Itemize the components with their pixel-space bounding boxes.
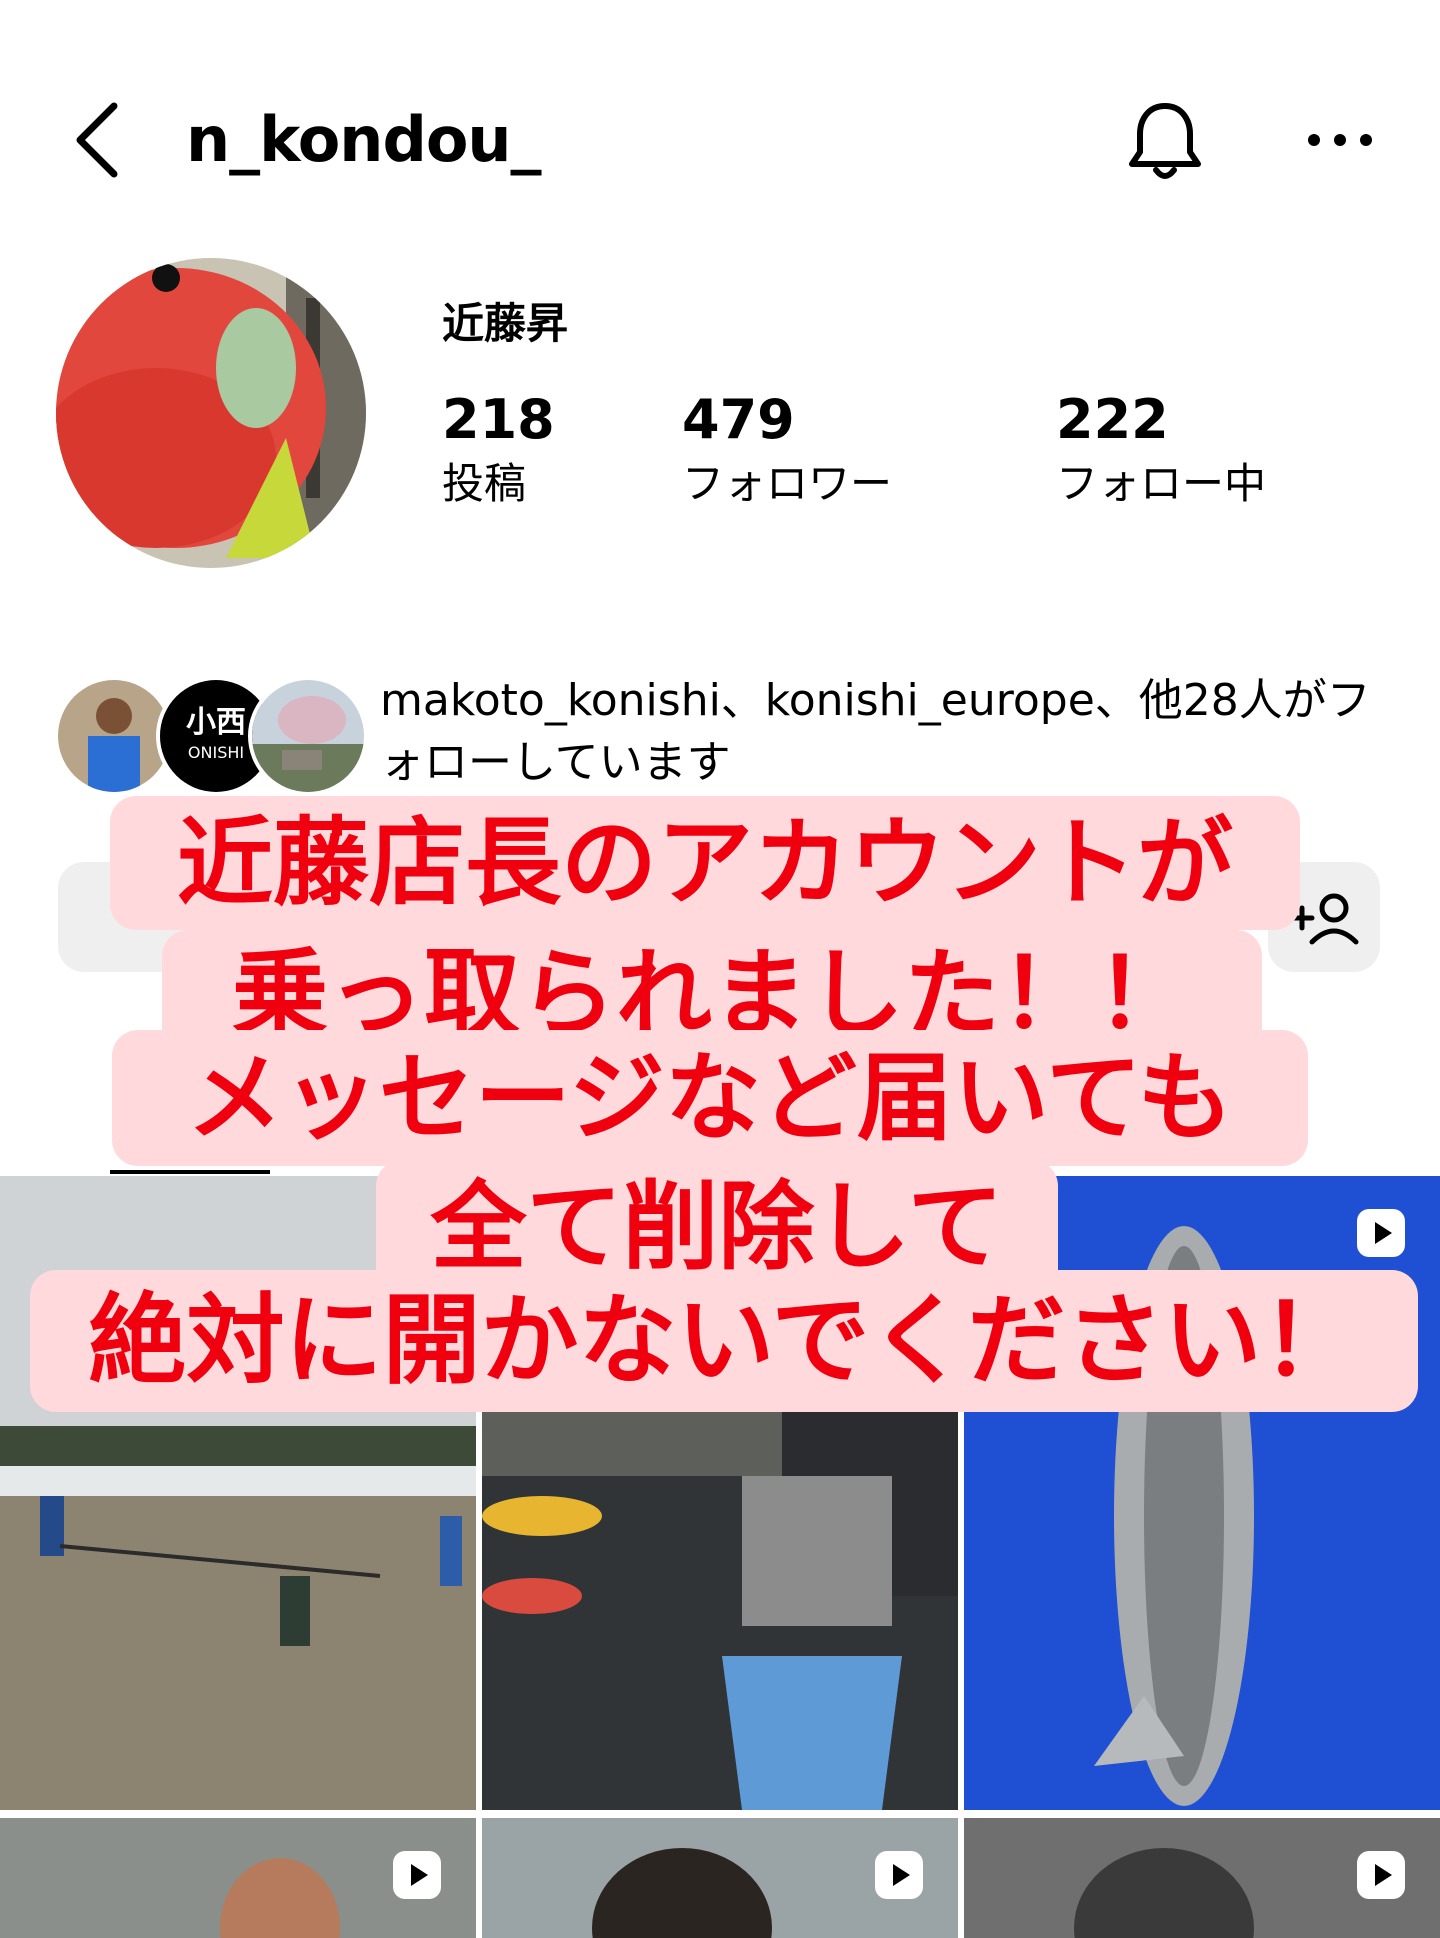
chevron-left-icon: [76, 102, 118, 178]
back-button[interactable]: [70, 100, 130, 180]
profile-avatar[interactable]: [56, 258, 366, 568]
notifications-button[interactable]: [1120, 96, 1210, 186]
avatar-image: [56, 258, 366, 568]
stat-label: フォロワー: [682, 459, 893, 508]
mutual-followers-text[interactable]: makoto_konishi、konishi_europe、他28人がフォローし…: [380, 670, 1400, 794]
stat-posts[interactable]: 218 投稿: [442, 388, 555, 514]
mutual-avatar[interactable]: [248, 676, 368, 796]
warning-line: 近藤店長のアカウントが: [110, 796, 1300, 930]
reel-play-icon: [875, 1851, 923, 1899]
reel-play-icon: [393, 1851, 441, 1899]
grid-post[interactable]: [0, 1818, 476, 1938]
stat-label: フォロー中: [1056, 459, 1267, 508]
stat-following[interactable]: 222 フォロー中: [1056, 388, 1266, 514]
profile-username: n_kondou_: [186, 103, 542, 176]
profile-full-name: 近藤昇: [442, 299, 569, 348]
more-horizontal-icon: [1308, 134, 1372, 146]
bell-icon: [1129, 103, 1201, 179]
reel-play-icon: [1357, 1851, 1405, 1899]
grid-post[interactable]: [482, 1818, 958, 1938]
reel-play-icon: [1357, 1209, 1405, 1257]
grid-tab-indicator: [110, 1170, 270, 1174]
stat-followers[interactable]: 479 フォロワー: [682, 388, 892, 514]
avatar-image: [252, 680, 364, 792]
warning-line: メッセージなど届いても: [112, 1030, 1308, 1166]
stat-value: 479: [682, 388, 795, 451]
konishi-logo-text: 小西: [186, 705, 246, 740]
grid-post[interactable]: [964, 1818, 1440, 1938]
stat-value: 222: [1056, 388, 1169, 451]
more-options-button[interactable]: [1300, 120, 1380, 160]
avatar-image: [58, 680, 170, 792]
stat-label: 投稿: [442, 459, 527, 508]
konishi-logo-sub: ONISHI: [188, 743, 244, 762]
stat-value: 218: [442, 388, 555, 451]
warning-line: 絶対に開かないでください！: [30, 1270, 1418, 1412]
